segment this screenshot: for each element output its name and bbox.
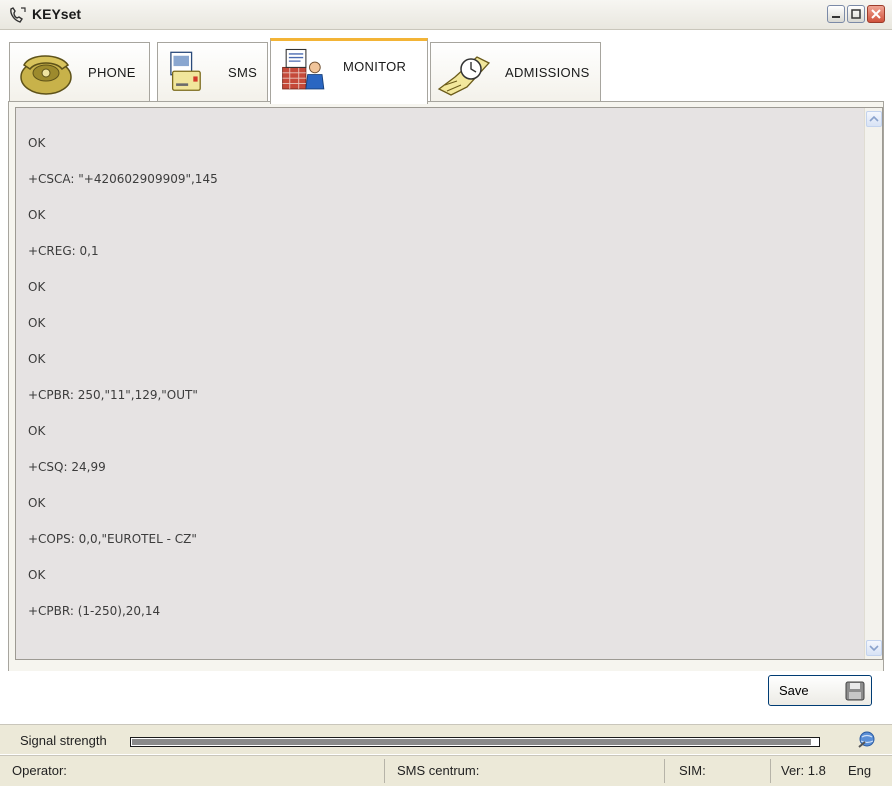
monitor-icon (282, 48, 325, 90)
status-bar: Operator: SMS centrum: SIM: Ver: 1.8 Eng (0, 755, 892, 786)
log-line: +CPBR: (1-250),20,14 (28, 604, 161, 618)
log-line: +CPBR: 250,"11",129,"OUT" (28, 388, 198, 402)
log-line: +CSQ: 24,99 (28, 460, 106, 474)
signal-strength-row: Signal strength (0, 724, 892, 754)
minimize-button[interactable] (827, 5, 845, 23)
admissions-icon (437, 56, 491, 96)
log-line: +CSCA: "+420602909909",145 (28, 172, 218, 186)
operator-label: Operator: (12, 763, 67, 778)
log-lines: OK +CSCA: "+420602909909",145 OK +CREG: 0,1… (28, 135, 218, 639)
save-button-label: Save (779, 683, 809, 698)
sim-label: SIM: (679, 763, 706, 778)
sms-centrum-label: SMS centrum: (397, 763, 480, 778)
save-button[interactable]: Save (768, 675, 872, 706)
close-icon (871, 9, 881, 19)
tab-phone-label: PHONE (88, 65, 136, 80)
tab-phone[interactable]: PHONE (9, 42, 150, 102)
network-connection-icon[interactable] (856, 730, 876, 750)
vertical-scrollbar[interactable] (864, 108, 882, 659)
title-bar: KEYset (0, 0, 892, 30)
tab-sms[interactable]: SMS (157, 42, 268, 102)
log-line: OK (28, 208, 46, 222)
log-line: OK (28, 352, 46, 366)
signal-strength-fill (132, 739, 811, 745)
status-divider (384, 759, 385, 783)
window-title: KEYset (32, 6, 82, 22)
chevron-down-icon (869, 645, 879, 652)
tab-admissions-label: ADMISSIONS (505, 65, 590, 80)
log-line: OK (28, 568, 46, 582)
maximize-icon (851, 9, 861, 19)
floppy-disk-icon (845, 681, 865, 701)
log-line: OK (28, 496, 46, 510)
log-line: +CREG: 0,1 (28, 244, 99, 258)
version-label: Ver: 1.8 (781, 763, 826, 778)
chevron-up-icon (869, 115, 879, 122)
minimize-icon (832, 16, 840, 18)
tab-strip: PHONE SMS MONITOR ADMISSIONS (0, 30, 892, 104)
phone-receiver-icon (10, 7, 26, 23)
phone-icon (20, 55, 72, 95)
save-row: Save (8, 660, 884, 716)
log-line: OK (28, 136, 46, 150)
tab-admissions[interactable]: ADMISSIONS (430, 42, 601, 102)
tab-sms-label: SMS (228, 65, 258, 80)
signal-strength-label: Signal strength (20, 733, 107, 748)
tab-monitor-label: MONITOR (343, 59, 407, 74)
log-line: OK (28, 424, 46, 438)
log-line: OK (28, 316, 46, 330)
log-line: OK (28, 280, 46, 294)
scroll-up-button[interactable] (866, 111, 882, 127)
sms-icon (170, 51, 201, 91)
log-line: +COPS: 0,0,"EUROTEL - CZ" (28, 532, 197, 546)
status-divider (664, 759, 665, 783)
scroll-down-button[interactable] (866, 640, 882, 656)
language-label: Eng (848, 763, 872, 778)
log-output[interactable]: OK +CSCA: "+420602909909",145 OK +CREG: 0,1… (15, 107, 883, 660)
tab-monitor[interactable]: MONITOR (270, 38, 428, 104)
status-divider (770, 759, 771, 783)
close-button[interactable] (867, 5, 885, 23)
maximize-button[interactable] (847, 5, 865, 23)
signal-strength-bar (130, 737, 820, 747)
